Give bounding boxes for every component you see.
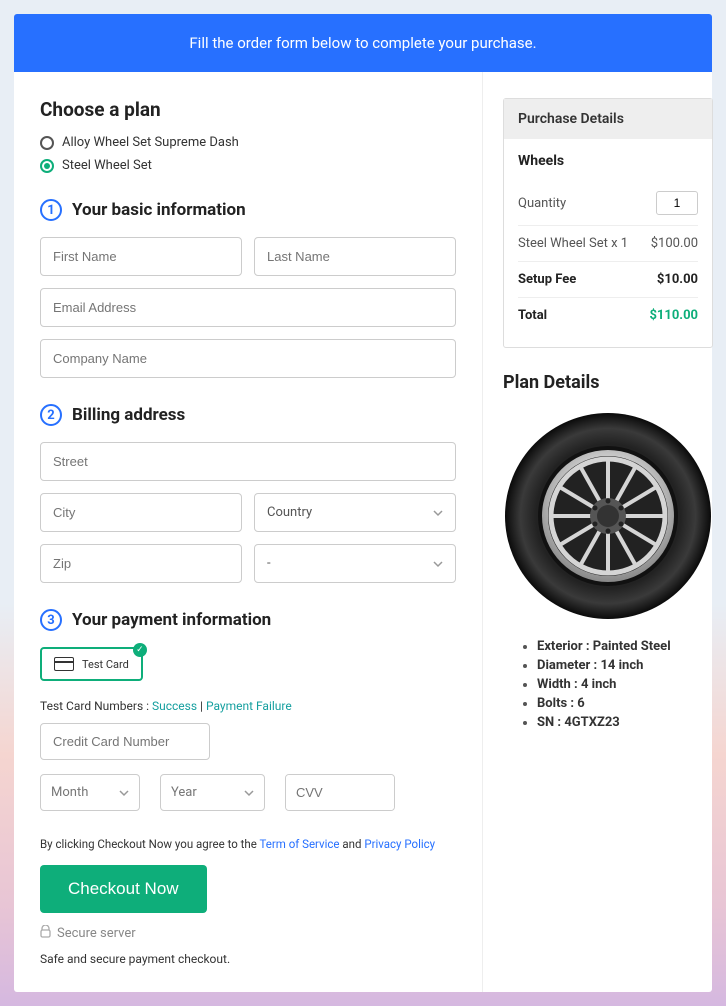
radio-selected-icon xyxy=(40,159,54,173)
setup-fee-row: Setup Fee $10.00 xyxy=(518,261,698,297)
plan-option-alloy[interactable]: Alloy Wheel Set Supreme Dash xyxy=(40,135,456,150)
total-value: $110.00 xyxy=(649,308,698,323)
purchase-sub: Wheels xyxy=(518,153,698,169)
year-select[interactable]: Year xyxy=(160,774,265,811)
quantity-input[interactable] xyxy=(656,191,698,215)
list-item: Diameter : 14 inch xyxy=(537,658,713,673)
test-failure-link[interactable]: Payment Failure xyxy=(206,699,292,713)
zip-input[interactable] xyxy=(40,544,242,583)
tos-and: and xyxy=(340,837,365,851)
quantity-label: Quantity xyxy=(518,196,566,211)
tos-link[interactable]: Term of Service xyxy=(259,837,339,851)
list-item: SN : 4GTXZ23 xyxy=(537,715,713,730)
lock-icon xyxy=(40,925,51,942)
section-title: Your payment information xyxy=(72,610,271,630)
section-basic-info: 1 Your basic information xyxy=(40,199,456,221)
secure-label: Secure server xyxy=(57,926,136,941)
privacy-link[interactable]: Privacy Policy xyxy=(364,837,435,851)
step-number-icon: 2 xyxy=(40,404,62,426)
country-select[interactable]: Country xyxy=(254,493,456,532)
last-name-input[interactable] xyxy=(254,237,456,276)
line-item-label: Steel Wheel Set x 1 xyxy=(518,236,628,251)
section-title: Your basic information xyxy=(72,200,246,220)
checkout-button[interactable]: Checkout Now xyxy=(40,865,207,913)
main-container: Choose a plan Alloy Wheel Set Supreme Da… xyxy=(14,72,712,992)
test-card-chip[interactable]: Test Card ✓ xyxy=(40,647,143,681)
plan-option-label: Alloy Wheel Set Supreme Dash xyxy=(62,135,239,150)
chevron-down-icon xyxy=(244,788,254,798)
plan-option-label: Steel Wheel Set xyxy=(62,158,152,173)
step-number-icon: 1 xyxy=(40,199,62,221)
summary-column: Purchase Details Wheels Quantity Steel W… xyxy=(483,72,726,992)
total-row: Total $110.00 xyxy=(518,297,698,333)
safe-label: Safe and secure payment checkout. xyxy=(40,952,456,966)
check-circle-icon: ✓ xyxy=(133,643,147,657)
list-item: Bolts : 6 xyxy=(537,696,713,711)
total-label: Total xyxy=(518,308,547,323)
month-select[interactable]: Month xyxy=(40,774,140,811)
choose-plan-title: Choose a plan xyxy=(40,98,456,121)
purchase-details-title: Purchase Details xyxy=(504,99,712,139)
select-label: - xyxy=(267,556,271,571)
quantity-row: Quantity xyxy=(518,181,698,225)
chevron-down-icon xyxy=(433,508,443,518)
tos-prefix: By clicking Checkout Now you agree to th… xyxy=(40,837,259,851)
separator: | xyxy=(197,699,206,713)
banner: Fill the order form below to complete yo… xyxy=(14,14,712,72)
section-billing: 2 Billing address xyxy=(40,404,456,426)
list-item: Exterior : Painted Steel xyxy=(537,639,713,654)
radio-unselected-icon xyxy=(40,136,54,150)
line-item-value: $100.00 xyxy=(651,236,698,251)
credit-card-icon xyxy=(54,657,74,671)
company-input[interactable] xyxy=(40,339,456,378)
test-card-label: Test Card xyxy=(82,658,129,671)
cvv-input[interactable] xyxy=(286,775,395,810)
section-payment: 3 Your payment information xyxy=(40,609,456,631)
cvv-field[interactable] xyxy=(285,774,395,811)
purchase-details-box: Purchase Details Wheels Quantity Steel W… xyxy=(503,98,713,348)
list-item: Width : 4 inch xyxy=(537,677,713,692)
select-label: Month xyxy=(51,785,88,800)
wheel-image xyxy=(503,411,713,621)
test-card-numbers-line: Test Card Numbers : Success | Payment Fa… xyxy=(40,699,456,713)
test-card-prefix: Test Card Numbers : xyxy=(40,699,152,713)
street-input[interactable] xyxy=(40,442,456,481)
plan-details-title: Plan Details xyxy=(503,372,713,393)
plan-option-steel[interactable]: Steel Wheel Set xyxy=(40,158,456,173)
chevron-down-icon xyxy=(433,559,443,569)
email-input[interactable] xyxy=(40,288,456,327)
step-number-icon: 3 xyxy=(40,609,62,631)
select-label: Year xyxy=(171,785,197,800)
secure-server-line: Secure server xyxy=(40,925,456,942)
section-title: Billing address xyxy=(72,405,185,425)
credit-card-input[interactable] xyxy=(40,723,210,760)
line-item-row: Steel Wheel Set x 1 $100.00 xyxy=(518,225,698,261)
fee-value: $10.00 xyxy=(657,272,698,287)
chevron-down-icon xyxy=(119,788,129,798)
select-label: Country xyxy=(267,505,312,520)
form-column: Choose a plan Alloy Wheel Set Supreme Da… xyxy=(14,72,483,992)
state-select[interactable]: - xyxy=(254,544,456,583)
fee-label: Setup Fee xyxy=(518,272,576,287)
city-input[interactable] xyxy=(40,493,242,532)
test-success-link[interactable]: Success xyxy=(152,699,197,713)
tos-line: By clicking Checkout Now you agree to th… xyxy=(40,837,456,851)
first-name-input[interactable] xyxy=(40,237,242,276)
plan-details-list: Exterior : Painted Steel Diameter : 14 i… xyxy=(503,639,713,730)
